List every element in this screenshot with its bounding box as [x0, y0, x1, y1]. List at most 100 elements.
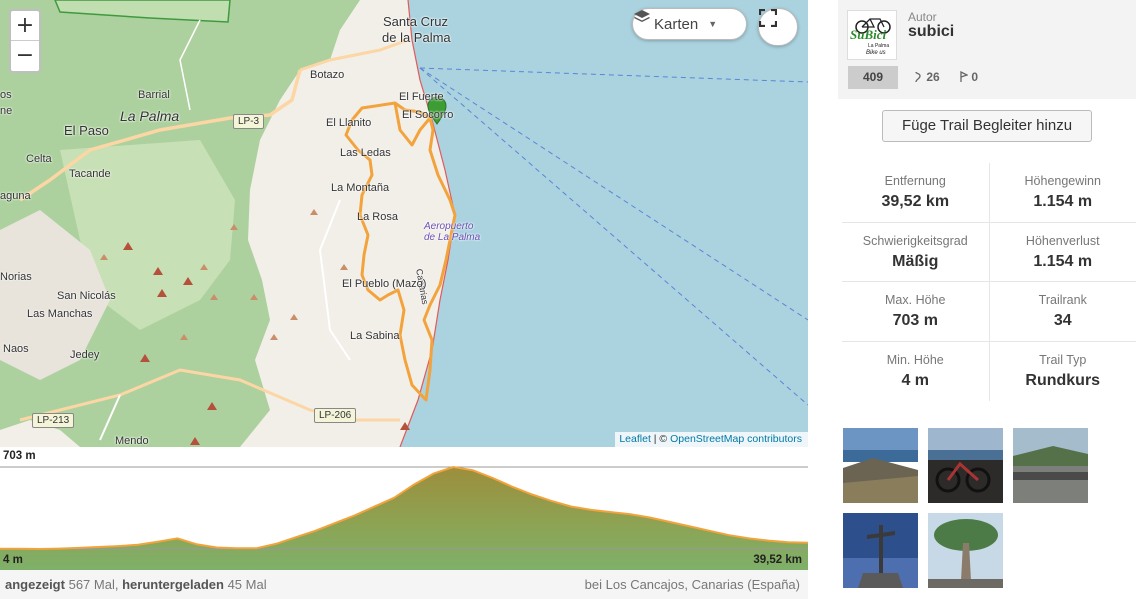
stat-trailrank: Trailrank 34 [990, 282, 1136, 341]
stat-trail-type: Trail Typ Rundkurs [990, 342, 1136, 402]
stat-label: Trail Typ [1039, 352, 1087, 367]
stat-difficulty: Schwierigkeitsgrad Mäßig [842, 222, 990, 281]
stat-elevation-gain: Höhengewinn 1.154 m [990, 163, 1136, 222]
map-label: El Paso [64, 123, 109, 138]
leaflet-link[interactable]: Leaflet [619, 433, 651, 445]
map-label: Las Ledas [340, 147, 391, 159]
stat-distance: Entfernung 39,52 km [842, 163, 990, 222]
map-label: Jedey [70, 349, 100, 361]
trail-photo[interactable] [928, 428, 1003, 503]
map-label: El Llanito [326, 117, 372, 129]
photo-dragon-tree [928, 513, 1003, 588]
map-label: Mendo [115, 435, 149, 447]
trail-photo[interactable] [1013, 428, 1088, 503]
map-label: aguna [0, 190, 31, 202]
layers-label: Karten [654, 15, 699, 33]
elevation-area [0, 467, 808, 570]
stat-label: Trailrank [1038, 293, 1087, 307]
author-name[interactable]: subici [908, 23, 954, 41]
downloaded-label: heruntergeladen [122, 577, 224, 592]
road-label: LP-3 [233, 114, 265, 129]
map-label: ne [0, 105, 13, 117]
map-label: de la Palma [382, 30, 451, 45]
trail-photo[interactable] [843, 513, 918, 588]
stat-value: 1.154 m [1033, 193, 1093, 210]
stat-value: Mäßig [892, 252, 939, 270]
osm-link[interactable]: OpenStreetMap contributors [670, 433, 802, 445]
profile-min-label: 4 m [3, 554, 23, 566]
stat-value: 34 [1053, 312, 1072, 329]
stat-value: 703 m [892, 312, 938, 329]
author-label: Autor [908, 10, 937, 24]
svg-text:SuBici: SuBici [850, 27, 887, 42]
map-label: El Socorro [402, 109, 454, 121]
zoom-control: + − [9, 9, 41, 73]
attribution-separator: | © [650, 433, 671, 445]
trail-photo[interactable] [843, 428, 918, 503]
author-score-badge: 409 [848, 66, 898, 89]
trail-icon [915, 71, 921, 83]
map-label: Tacande [69, 168, 111, 180]
trail-page: Santa Cruz de la Palma Botazo Barrial La… [0, 0, 1136, 599]
zoom-in-button[interactable]: + [11, 11, 39, 41]
photo-bike-beach [928, 428, 1003, 503]
trail-stats-bar: angezeigt 567 Mal, heruntergeladen 45 Ma… [0, 570, 808, 599]
elevation-chart [0, 465, 808, 570]
stat-label: Max. Höhe [885, 293, 946, 307]
map-layers-button[interactable]: Karten ▼ [632, 8, 747, 40]
photo-cross [843, 513, 918, 588]
map-label: La Sabina [350, 330, 400, 342]
stats-row: Max. Höhe 703 m Trailrank 34 [842, 282, 1136, 342]
map-tiles [0, 0, 808, 447]
downloaded-value: 45 Mal [227, 577, 267, 592]
chevron-down-icon: ▼ [708, 19, 718, 29]
author-avatar[interactable]: SuBici La Palma Bike us [847, 10, 897, 60]
map-label: La Palma [120, 108, 180, 124]
map-label: La Montaña [331, 182, 390, 194]
trail-stats-grid: Entfernung 39,52 km Höhengewinn 1.154 m … [842, 163, 1136, 401]
stat-label: Min. Höhe [886, 352, 944, 367]
svg-text:La Palma: La Palma [868, 43, 889, 49]
shown-label: angezeigt [5, 577, 65, 592]
stats-row: Entfernung 39,52 km Höhengewinn 1.154 m [842, 163, 1136, 223]
photo-coast [843, 428, 918, 503]
profile-distance-label: 39,52 km [753, 554, 802, 566]
trails-count: 26 [913, 70, 940, 84]
stat-label: Entfernung [884, 174, 946, 188]
stats-row: Schwierigkeitsgrad Mäßig Höhenverlust 1.… [842, 222, 1136, 282]
layers-icon [634, 10, 650, 22]
trail-location: bei Los Cancajos, Canarias (España) [584, 577, 800, 592]
map-label: Aeropuerto [424, 221, 474, 232]
map-label: San Nicolás [57, 290, 116, 302]
road-label: LP-206 [314, 408, 357, 423]
profile-max-label: 703 m [3, 450, 36, 462]
stat-elevation-loss: Höhenverlust 1.154 m [990, 223, 1136, 282]
trail-photo[interactable] [928, 513, 1003, 588]
stats-row: Min. Höhe 4 m Trail Typ Rundkurs [842, 341, 1136, 402]
map-label: Celta [26, 153, 52, 165]
fullscreen-button[interactable] [758, 8, 798, 46]
trails-count-value: 26 [926, 70, 940, 84]
map-label: de La Palma [424, 232, 481, 243]
zoom-out-button[interactable]: − [11, 41, 39, 71]
map-label: Norias [0, 271, 32, 283]
shown-value: 567 Mal, [68, 577, 119, 592]
map-label: Las Manchas [27, 308, 93, 320]
road-label: LP-213 [32, 413, 75, 428]
map-label: El Pueblo (Mazo) [342, 278, 427, 290]
add-companion-button[interactable]: Füge Trail Begleiter hinzu [882, 110, 1092, 142]
stat-label: Höhenverlust [1025, 233, 1100, 248]
stat-max-height: Max. Höhe 703 m [842, 282, 990, 341]
flags-count: 0 [958, 70, 978, 84]
flag-icon [960, 70, 969, 82]
trail-map[interactable]: Santa Cruz de la Palma Botazo Barrial La… [0, 0, 808, 447]
elevation-profile[interactable]: 703 m 4 m 39,52 km [0, 447, 808, 570]
trail-sidebar: SuBici La Palma Bike us Autor subici 409… [838, 0, 1136, 599]
map-label: Naos [3, 343, 29, 355]
stat-label: Schwierigkeitsgrad [862, 233, 968, 248]
author-card: SuBici La Palma Bike us Autor subici 409… [838, 0, 1136, 99]
stat-label: Höhengewinn [1024, 174, 1101, 188]
stat-value: 39,52 km [881, 193, 950, 210]
fullscreen-icon [759, 9, 777, 27]
map-label: Barrial [138, 89, 170, 101]
